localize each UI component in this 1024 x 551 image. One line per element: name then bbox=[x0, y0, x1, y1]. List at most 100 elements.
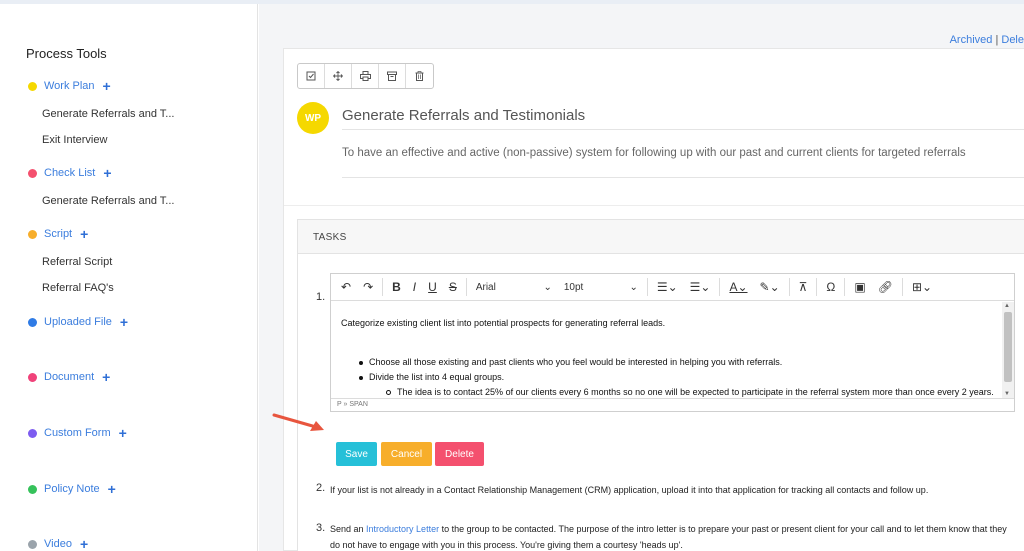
sidebar-item-check-list-1[interactable]: Generate Referrals and T... bbox=[42, 195, 174, 207]
editor-toolbar: ↶ ↷ B I U S Arial ⌄ 10pt ⌄ ☰⌄ ☰⌄ A⌄ ✎⌄ ⊼… bbox=[331, 274, 1014, 301]
sidebar-category-script[interactable]: Script + bbox=[28, 227, 88, 241]
rich-text-editor[interactable]: ↶ ↷ B I U S Arial ⌄ 10pt ⌄ ☰⌄ ☰⌄ A⌄ ✎⌄ ⊼… bbox=[330, 273, 1015, 412]
video-dot-icon bbox=[28, 539, 37, 549]
trash-icon[interactable] bbox=[406, 64, 433, 88]
highlight-color-icon[interactable]: ✎⌄ bbox=[754, 280, 786, 294]
toolbar-separator bbox=[719, 278, 721, 296]
font-size-select[interactable]: 10pt ⌄ bbox=[558, 282, 644, 293]
check-list-dot-icon bbox=[28, 168, 37, 178]
bullet-icon bbox=[359, 376, 363, 380]
custom-form-dot-icon bbox=[28, 428, 37, 438]
add-uploaded-file-icon[interactable]: + bbox=[120, 315, 128, 329]
editor-scrollbar[interactable]: ▲ ▼ bbox=[1002, 302, 1014, 398]
sidebar-item-work-plan-1[interactable]: Generate Referrals and T... bbox=[42, 108, 174, 120]
sidebar-item-referral-faqs[interactable]: Referral FAQ's bbox=[42, 282, 114, 294]
add-video-icon[interactable]: + bbox=[80, 537, 88, 551]
sidebar-item-exit-interview[interactable]: Exit Interview bbox=[42, 134, 107, 146]
custom-form-label[interactable]: Custom Form bbox=[44, 427, 111, 439]
editor-bullet-1: Choose all those existing and past clien… bbox=[369, 357, 783, 367]
archived-link[interactable]: Archived bbox=[950, 34, 993, 46]
task-2-text[interactable]: If your list is not already in a Contact… bbox=[330, 482, 928, 498]
toolbar-separator bbox=[844, 278, 846, 296]
add-check-list-icon[interactable]: + bbox=[103, 166, 111, 180]
work-plan-card: WP Generate Referrals and Testimonials T… bbox=[283, 48, 1024, 551]
font-family-value: Arial bbox=[475, 281, 496, 293]
move-icon[interactable] bbox=[325, 64, 352, 88]
introductory-letter-link[interactable]: Introductory Letter bbox=[366, 524, 439, 534]
page-title[interactable]: Generate Referrals and Testimonials bbox=[342, 107, 585, 124]
sidebar-category-work-plan[interactable]: Work Plan + bbox=[28, 79, 111, 93]
scroll-up-icon[interactable]: ▲ bbox=[1004, 303, 1010, 309]
cancel-button[interactable]: Cancel bbox=[381, 442, 432, 466]
editor-sub-bullet: The idea is to contact 25% of our client… bbox=[397, 387, 994, 397]
link-icon[interactable]: 🔗︎ bbox=[872, 280, 899, 294]
bullet-icon bbox=[359, 361, 363, 365]
add-document-icon[interactable]: + bbox=[102, 370, 110, 384]
toolbar-separator bbox=[382, 278, 384, 296]
work-plan-dot-icon bbox=[28, 81, 37, 91]
add-policy-note-icon[interactable]: + bbox=[108, 482, 116, 496]
sidebar-category-check-list[interactable]: Check List + bbox=[28, 166, 112, 180]
document-dot-icon bbox=[28, 372, 37, 382]
editor-content[interactable]: Categorize existing client list into pot… bbox=[331, 302, 1003, 398]
archive-icon[interactable] bbox=[379, 64, 406, 88]
bullet-list-icon[interactable]: ☰⌄ bbox=[684, 280, 717, 294]
toolbar-separator bbox=[646, 278, 648, 296]
video-label[interactable]: Video bbox=[44, 538, 72, 550]
chevron-down-icon: ⌄ bbox=[543, 281, 552, 293]
add-custom-form-icon[interactable]: + bbox=[119, 426, 127, 440]
sub-bullet-icon bbox=[386, 390, 391, 395]
image-icon[interactable]: ▣ bbox=[848, 280, 871, 294]
italic-icon[interactable]: I bbox=[407, 280, 422, 294]
save-button[interactable]: Save bbox=[336, 442, 377, 466]
sidebar-category-uploaded-file[interactable]: Uploaded File + bbox=[28, 315, 128, 329]
special-character-icon[interactable]: Ω bbox=[820, 280, 841, 294]
sidebar-category-video[interactable]: Video + bbox=[28, 537, 88, 551]
page-description[interactable]: To have an effective and active (non-pas… bbox=[342, 147, 966, 159]
text-color-icon[interactable]: A⌄ bbox=[723, 280, 753, 294]
sidebar-category-document[interactable]: Document + bbox=[28, 370, 110, 384]
policy-note-dot-icon bbox=[28, 484, 37, 494]
font-family-select[interactable]: Arial ⌄ bbox=[470, 282, 558, 293]
add-script-icon[interactable]: + bbox=[80, 227, 88, 241]
bold-icon[interactable]: B bbox=[386, 280, 407, 294]
sidebar-category-custom-form[interactable]: Custom Form + bbox=[28, 426, 127, 440]
task-3-text[interactable]: Send an Introductory Letter to the group… bbox=[330, 521, 1007, 537]
numbered-list-icon[interactable]: ☰⌄ bbox=[651, 280, 684, 294]
top-links: Archived | Dele bbox=[950, 34, 1024, 46]
scroll-down-icon[interactable]: ▼ bbox=[1004, 391, 1010, 397]
document-label[interactable]: Document bbox=[44, 371, 94, 383]
sidebar-category-policy-note[interactable]: Policy Note + bbox=[28, 482, 116, 496]
toolbar-separator bbox=[901, 278, 903, 296]
checkbox-icon[interactable] bbox=[298, 64, 325, 88]
chevron-down-icon: ⌄ bbox=[629, 281, 638, 293]
title-underline bbox=[342, 129, 1024, 130]
main-content: Archived | Dele WP Generate Referrals an… bbox=[259, 4, 1024, 551]
tasks-header: TASKS bbox=[298, 220, 1024, 254]
delete-link[interactable]: Dele bbox=[1001, 34, 1024, 46]
policy-note-label[interactable]: Policy Note bbox=[44, 483, 100, 495]
script-label[interactable]: Script bbox=[44, 228, 72, 240]
sidebar-item-referral-script[interactable]: Referral Script bbox=[42, 256, 112, 268]
undo-icon[interactable]: ↶ bbox=[335, 280, 357, 294]
table-icon[interactable]: ⊞⌄ bbox=[906, 280, 938, 294]
page-break-icon[interactable]: ⊼ bbox=[793, 280, 814, 294]
tasks-panel: TASKS 1. ↶ ↷ B I U S Arial ⌄ 10pt ⌄ ☰⌄ ☰… bbox=[297, 219, 1024, 551]
link-separator: | bbox=[995, 34, 999, 46]
work-plan-label[interactable]: Work Plan bbox=[44, 80, 95, 92]
scrollbar-thumb[interactable] bbox=[1004, 312, 1012, 382]
check-list-label[interactable]: Check List bbox=[44, 167, 95, 179]
redo-icon[interactable]: ↷ bbox=[357, 280, 379, 294]
add-work-plan-icon[interactable]: + bbox=[103, 79, 111, 93]
uploaded-file-label[interactable]: Uploaded File bbox=[44, 316, 112, 328]
editor-bullet-2: Divide the list into 4 equal groups. bbox=[369, 372, 505, 382]
print-icon[interactable] bbox=[352, 64, 379, 88]
uploaded-file-dot-icon bbox=[28, 317, 37, 327]
strikethrough-icon[interactable]: S bbox=[443, 280, 463, 294]
delete-button[interactable]: Delete bbox=[435, 442, 484, 466]
pointer-arrow-icon bbox=[272, 413, 324, 431]
script-dot-icon bbox=[28, 229, 37, 239]
task-number-2: 2. bbox=[316, 482, 326, 494]
underline-icon[interactable]: U bbox=[422, 280, 443, 294]
task-3-suffix: to the group to be contacted. The purpos… bbox=[439, 524, 1007, 534]
